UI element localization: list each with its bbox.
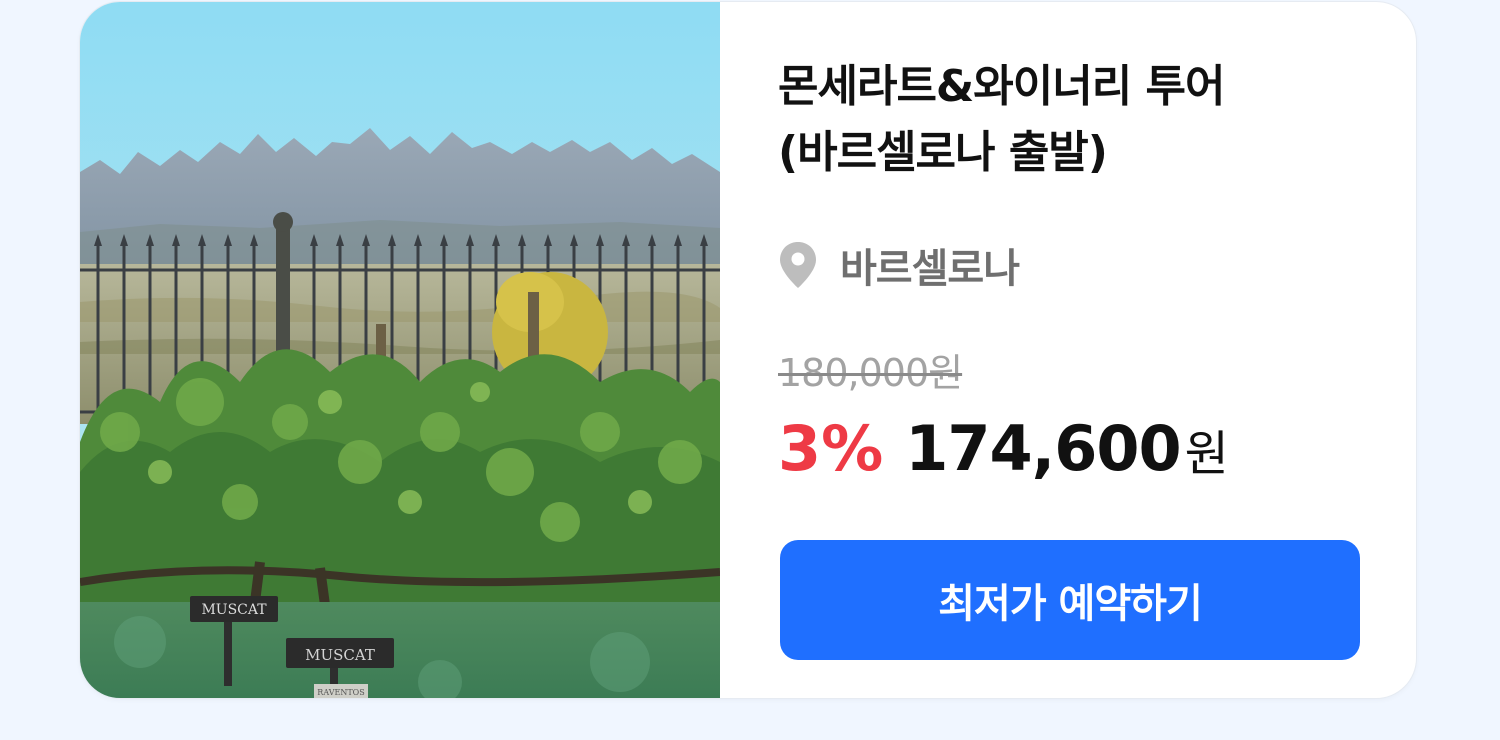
product-info: 몬세라트&와이너리 투어 (바르셀로나 출발) 바르셀로나 180,000원 3… <box>778 2 1378 698</box>
discount-rate: 3% <box>778 412 884 485</box>
original-price: 180,000원 <box>778 351 963 395</box>
price-row: 3% 174,600 원 <box>778 412 1229 485</box>
product-location: 바르셀로나 <box>778 238 1020 292</box>
image-sign-muscat-1: MUSCAT <box>201 602 267 618</box>
product-image[interactable]: MUSCAT MUSCAT RAVENTOS <box>80 2 720 698</box>
product-card[interactable]: MUSCAT MUSCAT RAVENTOS 몬세라트&와이너리 투어 (바르셀… <box>80 2 1416 698</box>
price-currency: 원 <box>1184 426 1229 482</box>
location-text: 바르셀로나 <box>840 246 1020 292</box>
sale-price: 174,600 <box>905 412 1181 485</box>
book-lowest-price-button[interactable]: 최저가 예약하기 <box>780 540 1360 660</box>
product-title-line2: (바르셀로나 출발) <box>778 127 1108 178</box>
product-title-line1: 몬세라트&와이너리 투어 <box>778 61 1226 112</box>
image-sign-label: RAVENTOS <box>317 688 364 697</box>
product-title[interactable]: 몬세라트&와이너리 투어 (바르셀로나 출발) <box>778 54 1378 186</box>
image-sign-muscat-2: MUSCAT <box>305 646 375 664</box>
location-pin-icon <box>780 242 816 288</box>
